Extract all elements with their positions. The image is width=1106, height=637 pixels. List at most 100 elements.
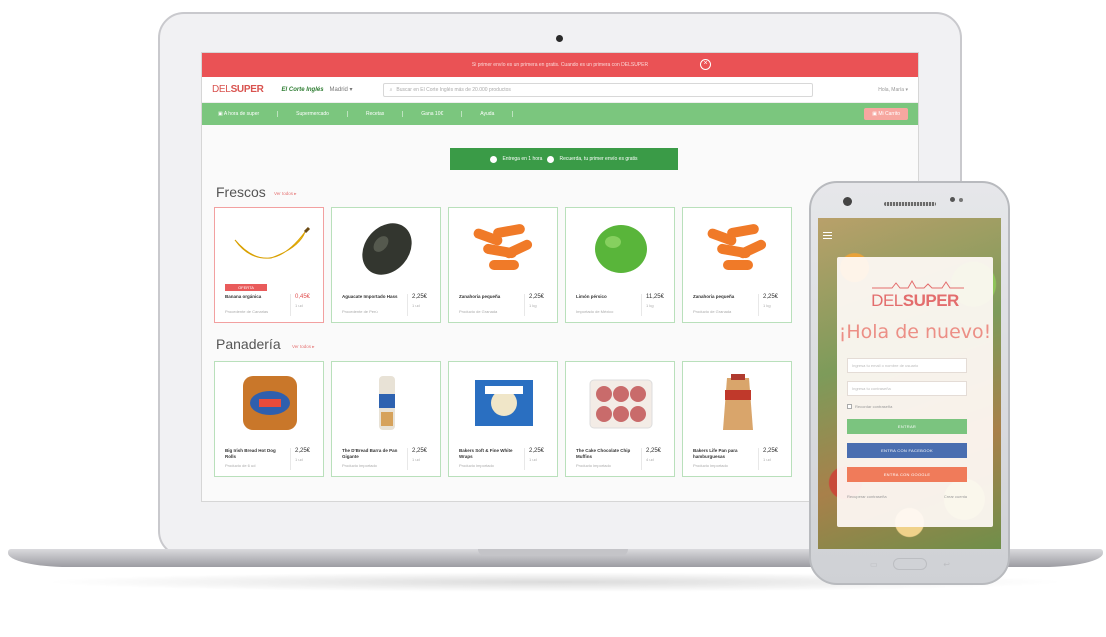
remember-checkbox[interactable]: Recordar contraseña <box>847 404 892 409</box>
divider <box>407 448 408 470</box>
wraps-image <box>463 372 545 434</box>
clock-icon <box>490 155 498 163</box>
signup-link[interactable]: Crear cuenta <box>944 494 967 499</box>
promo-bar: Si primer envío es un primera en gratis.… <box>202 53 918 77</box>
phone-speaker <box>884 202 936 206</box>
main-nav: ▣ A hora de super Supermercado Recetas G… <box>202 103 918 125</box>
free-shipping-text: Recuerda, tu primer envío es gratis <box>559 156 638 162</box>
divider <box>290 294 291 316</box>
logo[interactable]: DELSUPER <box>212 84 264 95</box>
divider <box>524 294 525 316</box>
nav-item-gana[interactable]: Gana 10€ <box>403 111 463 117</box>
product-name: Zanahoria pequeña <box>693 294 735 299</box>
product-origin: Producto de Granada <box>459 309 498 314</box>
nav-item-supermercado[interactable]: Supermercado <box>278 111 348 117</box>
product-unit: 1 ud <box>763 457 771 462</box>
see-all-frescos[interactable]: Ver todos ▸ <box>274 191 297 197</box>
divider <box>758 448 759 470</box>
product-origin: Importado de México <box>576 309 614 314</box>
product-name: Zanahoria pequeña <box>459 294 501 299</box>
city-selector[interactable]: Madrid ▾ <box>330 86 353 93</box>
product-name: The D'Bread Barra de Pan Gigante <box>342 448 398 459</box>
divider <box>524 448 525 470</box>
product-card[interactable]: OFERTA Banana orgánica Procedente de Canar… <box>214 207 324 323</box>
search-placeholder: Buscar en El Corte Inglés más de 20.000 … <box>396 86 511 93</box>
product-card[interactable]: Bakers Soft & Fine White Wraps Producto i… <box>448 361 558 477</box>
stage: Si primer envío es un primera en gratis.… <box>0 0 1106 637</box>
menu-icon[interactable] <box>823 232 832 239</box>
site-header: DELSUPER El Corte Inglés Madrid ▾ ⌕ Busc… <box>202 77 918 103</box>
back-icon[interactable]: ↩ <box>943 560 950 569</box>
product-origin: Procedente de Canarias <box>225 309 269 314</box>
product-unit: 1 ud <box>295 457 303 462</box>
divider <box>758 294 759 316</box>
product-origin: Producto importado <box>576 463 611 468</box>
gift-icon <box>547 155 555 163</box>
recent-apps-icon[interactable]: ▭ <box>870 560 878 569</box>
home-button[interactable] <box>893 558 928 570</box>
google-button[interactable]: ENTRA CON GOOGLE <box>847 467 967 482</box>
checkbox-icon <box>847 404 852 409</box>
product-name: Big Irish Bread Hot Dog Rolls <box>225 448 276 459</box>
product-price: 2,25€ <box>646 448 662 454</box>
close-icon[interactable]: × <box>700 59 711 70</box>
product-card[interactable]: The Cake Chocolate Chip Muffins Producto … <box>565 361 675 477</box>
product-origin: Producto importado <box>342 463 377 468</box>
nav-item-hora[interactable]: ▣ A hora de super <box>212 111 279 117</box>
product-origin: Producto de Granada <box>693 309 732 314</box>
bread-bag-image <box>229 372 311 434</box>
product-card[interactable]: Bakers Life Pan para hamburguesas Product… <box>682 361 792 477</box>
nav-item-ayuda[interactable]: Ayuda <box>462 111 514 117</box>
product-price: 2,25€ <box>412 294 428 300</box>
laptop-base-notch <box>478 549 628 556</box>
product-unit: 4 ud <box>646 457 654 462</box>
email-field[interactable]: Ingresa tu email o nombre de usuario <box>847 358 967 373</box>
offer-badge: OFERTA <box>225 284 267 291</box>
product-origin: Producto importado <box>693 463 728 468</box>
divider <box>641 294 642 316</box>
product-card[interactable]: Zanahoria pequeña Producto de Granada 2,25… <box>448 207 558 323</box>
product-card[interactable]: Aguacate Importado Hass Procedente de Per… <box>331 207 441 323</box>
login-button[interactable]: ENTRAR <box>847 419 967 434</box>
store-name[interactable]: El Corte Inglés <box>282 87 324 93</box>
product-name: Bakers Soft & Fine White Wraps <box>459 448 513 459</box>
product-price: 2,25€ <box>763 448 779 454</box>
product-card[interactable]: Zanahoria pequeña Producto de Granada 2,25… <box>682 207 792 323</box>
skyline-icon <box>872 279 964 289</box>
product-origin: Producto de 6 ud <box>225 463 256 468</box>
product-price: 2,25€ <box>529 448 545 454</box>
avocado-image <box>346 218 428 280</box>
product-card[interactable]: The D'Bread Barra de Pan Gigante Producto… <box>331 361 441 477</box>
user-menu[interactable]: Hola, María ▾ <box>878 87 908 93</box>
carrots-image <box>463 218 545 280</box>
phone-nav-bar: ▭ ↩ <box>870 553 950 575</box>
phone-camera <box>843 197 852 206</box>
search-input[interactable]: ⌕ Buscar en El Corte Inglés más de 20.00… <box>382 82 813 97</box>
muffins-image <box>580 372 662 434</box>
nav-item-recetas[interactable]: Recetas <box>348 111 404 117</box>
divider <box>407 294 408 316</box>
banana-image <box>229 218 311 280</box>
forgot-password-link[interactable]: Recuperar contraseña <box>847 494 887 499</box>
password-field[interactable]: Ingresa tu contraseña <box>847 381 967 396</box>
cart-button[interactable]: ▣ Mi Carrito <box>864 108 908 120</box>
carrots-image <box>697 218 779 280</box>
product-card[interactable]: Limón pérsico Importado de México 11,25€ 1 … <box>565 207 675 323</box>
facebook-button[interactable]: ENTRA CON FACEBOOK <box>847 443 967 458</box>
product-price: 2,25€ <box>412 448 428 454</box>
product-unit: 1 ud <box>412 457 420 462</box>
product-price: 11,25€ <box>646 294 664 300</box>
search-icon: ⌕ <box>389 86 393 93</box>
product-unit: 1 ud <box>529 457 537 462</box>
product-card[interactable]: Big Irish Bread Hot Dog Rolls Producto de… <box>214 361 324 477</box>
product-unit: 1 kg <box>529 303 537 308</box>
phone-sensor <box>950 197 955 202</box>
see-all-panaderia[interactable]: Ver todos ▸ <box>292 344 315 350</box>
phone-logo: DELSUPER <box>871 291 959 310</box>
product-unit: 1 kg <box>763 303 771 308</box>
greeting: ¡Hola de nuevo! <box>838 321 992 343</box>
delivery-banner: Entrega en 1 hora Recuerda, tu primer en… <box>450 148 678 170</box>
divider <box>290 448 291 470</box>
phone-sensor-2 <box>959 198 963 202</box>
product-price: 2,25€ <box>529 294 545 300</box>
